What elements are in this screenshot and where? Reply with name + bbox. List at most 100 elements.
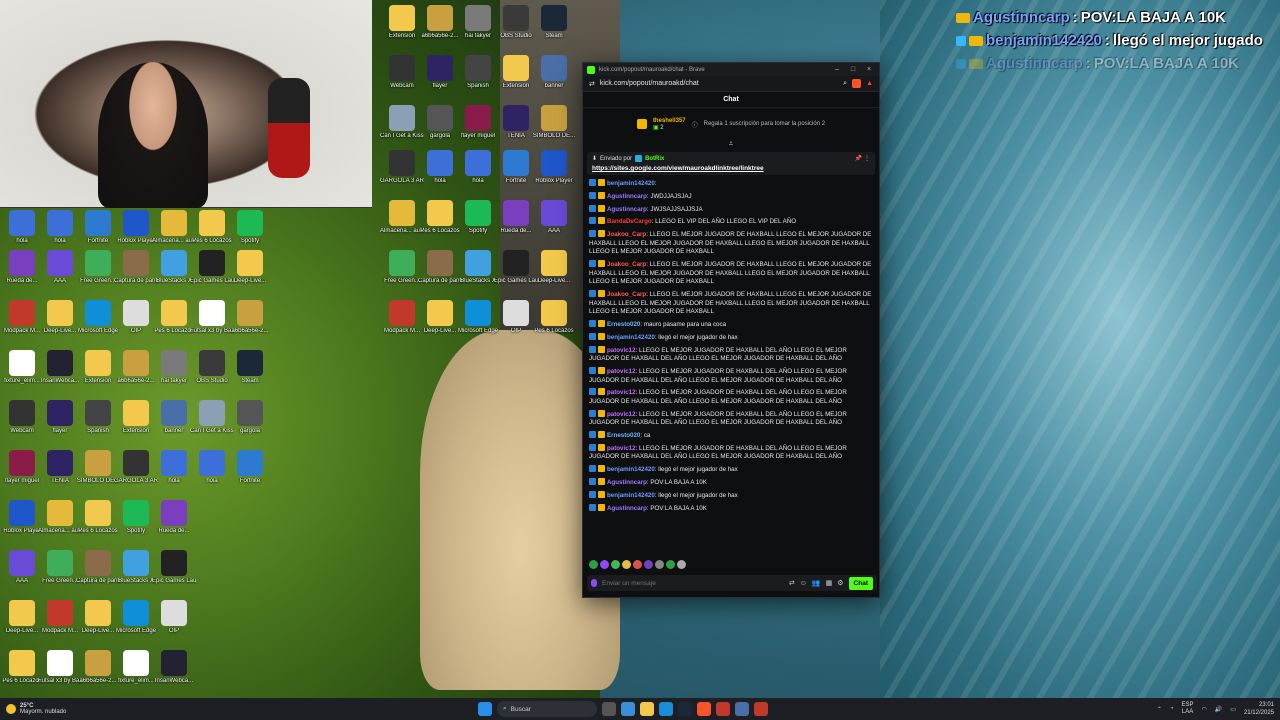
desktop-icon[interactable]: InsanWebca... bbox=[152, 650, 196, 685]
microphone-icon[interactable] bbox=[591, 579, 597, 587]
window-title: kick.com/popout/mauroakd/chat - Brave bbox=[599, 66, 705, 73]
chat-username[interactable]: Agustinncarp bbox=[607, 193, 647, 200]
emote-icon[interactable] bbox=[633, 560, 642, 569]
chat-username[interactable]: benjamin142420 bbox=[607, 492, 655, 499]
minimize-button[interactable]: – bbox=[831, 66, 843, 73]
zoom-icon[interactable]: ⌕ bbox=[843, 80, 847, 88]
brave-icon[interactable] bbox=[697, 702, 711, 716]
app-icon bbox=[427, 5, 453, 31]
app-icon bbox=[161, 250, 187, 276]
emote-icon[interactable] bbox=[622, 560, 631, 569]
file-explorer-icon[interactable] bbox=[640, 702, 654, 716]
pin-options-icon[interactable]: 📌 ⋮ bbox=[855, 155, 870, 162]
pinned-by-user[interactable]: BotRix bbox=[645, 156, 664, 162]
desktop-icon[interactable]: Steam bbox=[228, 350, 272, 385]
site-settings-icon[interactable]: ⇄ bbox=[589, 80, 595, 88]
chat-username[interactable]: patovic12 bbox=[607, 445, 636, 452]
emote-icon[interactable] bbox=[644, 560, 653, 569]
desktop-icon[interactable]: a6b6a56e-2... bbox=[228, 300, 272, 335]
gift-icon[interactable]: ▦ bbox=[826, 579, 833, 587]
task-view-icon[interactable] bbox=[602, 702, 616, 716]
settings-gear-icon[interactable]: ⚙ bbox=[837, 579, 843, 587]
chat-username[interactable]: benjamin142420 bbox=[607, 466, 655, 473]
chat-username[interactable]: Joakoo_Carp bbox=[607, 291, 646, 298]
desktop-icon[interactable]: Epic Games Launcher bbox=[152, 550, 196, 585]
widgets-icon[interactable] bbox=[621, 702, 635, 716]
overlay-line: Agustinncarp: POV:LA BAJA A 10K bbox=[956, 6, 1280, 29]
emote-icon[interactable] bbox=[666, 560, 675, 569]
obs-icon[interactable] bbox=[754, 702, 768, 716]
sub-badge-icon bbox=[598, 503, 605, 511]
emote-icon[interactable] bbox=[600, 560, 609, 569]
volume-icon[interactable]: 🔊 bbox=[1215, 706, 1222, 713]
app-icon bbox=[541, 300, 567, 326]
desktop-icon[interactable]: banner bbox=[532, 55, 576, 90]
brave-shields-icon[interactable] bbox=[852, 79, 862, 88]
tray-chevron-icon[interactable]: ⌃ bbox=[1157, 706, 1162, 713]
desktop-icon[interactable]: AAA bbox=[532, 200, 576, 235]
chat-username[interactable]: Joakoo_Carp bbox=[607, 261, 646, 268]
desktop-icon[interactable]: SIMBOLO DE... bbox=[532, 105, 576, 140]
chat-username[interactable]: Ernesto020 bbox=[607, 321, 640, 328]
windows-start-icon[interactable] bbox=[478, 702, 492, 716]
chat-username[interactable]: patovic12 bbox=[607, 347, 636, 354]
chat-username[interactable]: Agustinncarp bbox=[607, 206, 647, 213]
network-icon[interactable]: ◔ bbox=[1170, 706, 1174, 712]
url-text[interactable]: kick.com/popout/mauroakd/chat bbox=[600, 80, 699, 87]
chat-username[interactable]: patovic12 bbox=[607, 368, 636, 375]
emoji-icon[interactable]: ☺ bbox=[800, 580, 807, 587]
app-icon[interactable] bbox=[716, 702, 730, 716]
desktop-icon[interactable]: Pes 6 Locazos bbox=[532, 300, 576, 335]
chat-username[interactable]: Agustinncarp bbox=[607, 479, 647, 486]
chat-username[interactable]: Joakoo_Carp bbox=[607, 231, 646, 238]
desktop-icon[interactable]: Deep-Live... bbox=[532, 250, 576, 285]
maximize-button[interactable]: □ bbox=[847, 66, 859, 73]
desktop-icon[interactable]: Rueda de... bbox=[152, 500, 196, 535]
pinned-link[interactable]: https://sites.google.com/view/mauroakdli… bbox=[592, 165, 870, 172]
chat-input-bar: ⇄ ☺ 👥 ▦ ⚙ Chat bbox=[587, 575, 877, 591]
taskbar-search[interactable]: ⌕ Buscar bbox=[497, 701, 597, 717]
desktop-icon[interactable]: OIP bbox=[152, 600, 196, 635]
chat-username[interactable]: patovic12 bbox=[607, 411, 636, 418]
translate-icon[interactable]: ⇄ bbox=[789, 579, 795, 587]
address-bar[interactable]: ⇄ kick.com/popout/mauroakd/chat ⌕ ▲ bbox=[583, 76, 879, 92]
chat-text: llegó el mejor jugador de hax bbox=[658, 491, 738, 499]
language-indicator[interactable]: ESP LAA bbox=[1182, 702, 1194, 716]
desktop-icon[interactable]: Roblox Player bbox=[532, 150, 576, 185]
emote-icon[interactable] bbox=[611, 560, 620, 569]
battery-icon[interactable]: ▭ bbox=[1230, 706, 1236, 713]
chat-username[interactable]: benjamin142420 bbox=[607, 180, 655, 187]
weather-widget[interactable]: 25°C Mayorm. nublado bbox=[6, 703, 126, 715]
wifi-icon[interactable]: ◠ bbox=[1202, 706, 1207, 713]
desktop-icon[interactable]: Spotify bbox=[228, 210, 272, 245]
emote-icon[interactable] bbox=[589, 560, 598, 569]
verified-badge-icon bbox=[589, 290, 596, 298]
collapse-chevron-icon[interactable]: ⩡ bbox=[583, 140, 879, 150]
pinned-message: ⬇ Enviado por BotRix https://sites.googl… bbox=[587, 152, 875, 175]
chat-username[interactable]: benjamin142420 bbox=[607, 334, 655, 341]
notepad-icon[interactable] bbox=[735, 702, 749, 716]
steam-icon[interactable] bbox=[678, 702, 692, 716]
close-button[interactable]: × bbox=[863, 66, 875, 73]
chat-message-input[interactable] bbox=[602, 579, 784, 587]
desktop-icon[interactable]: Deep-Live... bbox=[228, 250, 272, 285]
users-icon[interactable]: 👥 bbox=[812, 579, 821, 587]
verified-badge-icon bbox=[589, 366, 596, 374]
app-icon bbox=[503, 200, 529, 226]
desktop-icon[interactable]: Fortnite bbox=[228, 450, 272, 485]
rewards-icon[interactable]: ▲ bbox=[866, 80, 873, 87]
emote-icon[interactable] bbox=[655, 560, 664, 569]
app-icon bbox=[47, 350, 73, 376]
desktop-icon[interactable]: Steam bbox=[532, 5, 576, 40]
emote-icon[interactable] bbox=[677, 560, 686, 569]
send-chat-button[interactable]: Chat bbox=[848, 576, 873, 590]
chat-username[interactable]: Ernesto020 bbox=[607, 432, 640, 439]
chat-username[interactable]: Agustinncarp bbox=[607, 505, 647, 512]
app-icon bbox=[389, 200, 415, 226]
edge-icon[interactable] bbox=[659, 702, 673, 716]
desktop-icon[interactable]: gargola bbox=[228, 400, 272, 435]
clock[interactable]: 23:01 21/12/2025 bbox=[1244, 701, 1274, 717]
chat-username[interactable]: patovic12 bbox=[607, 389, 636, 396]
app-icon bbox=[85, 400, 111, 426]
chat-username[interactable]: BandaDeCargo bbox=[607, 218, 652, 225]
